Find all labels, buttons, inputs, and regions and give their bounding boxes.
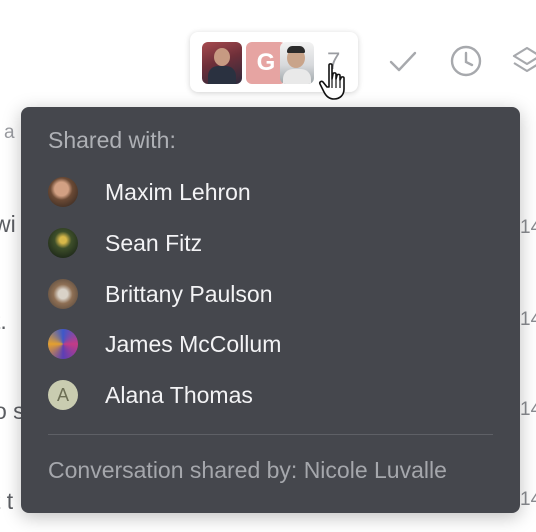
avatar [48,228,78,258]
person-name: Alana Thomas [105,381,253,408]
list-item-alana-thomas[interactable]: A Alana Thomas [48,375,488,415]
background-text-fragment: t. [0,308,7,334]
person-name: Maxim Lehron [105,178,251,205]
avatar-initial: G [256,49,276,76]
background-time-fragment: 14 [520,489,536,510]
avatar [202,42,242,84]
list-item-maxim-lehron[interactable]: Maxim Lehron [48,172,488,212]
list-item-james-mccollum[interactable]: James McCollum [48,324,488,364]
popover-heading: Shared with: [48,127,176,153]
background-time-fragment: 14 [520,399,536,420]
list-item-sean-fitz[interactable]: Sean Fitz [48,223,488,263]
hand-cursor-icon [318,63,345,100]
avatar: A [48,380,78,410]
clock-icon[interactable] [449,44,483,78]
shared-with-popover: Shared with: Maxim Lehron Sean Fitz Brit… [21,107,520,513]
background-time-fragment: 14 [520,309,536,330]
avatar [48,329,78,359]
background-text-fragment: wi [0,211,16,237]
background-time-fragment: 14 [520,217,536,238]
shared-by-text: Conversation shared by: Nicole Luvalle [48,457,447,483]
list-item-brittany-paulson[interactable]: Brittany Paulson [48,274,488,314]
avatar [280,42,314,84]
background-text-fragment: a [4,122,15,143]
check-icon[interactable] [386,44,420,78]
person-name: Brittany Paulson [105,280,273,307]
avatar [48,279,78,309]
person-name: James McCollum [105,330,282,357]
divider [48,434,493,435]
screen: a wi t. o s t t 14 14 14 14 G 7 [0,0,536,532]
background-text-fragment: t t [0,488,14,514]
person-name: Sean Fitz [105,229,203,256]
avatar [48,177,78,207]
layers-icon[interactable] [512,44,536,78]
